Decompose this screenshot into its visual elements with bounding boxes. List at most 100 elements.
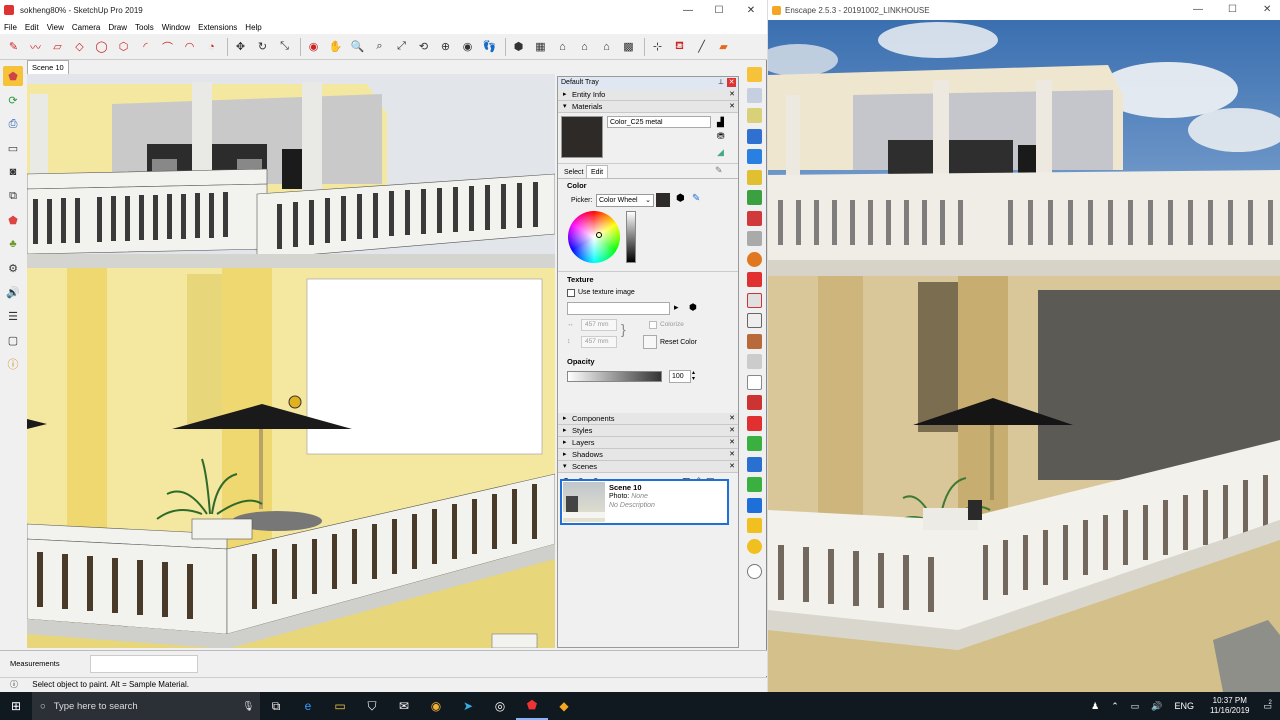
close-icon[interactable]: ✕ <box>729 413 735 425</box>
language-indicator[interactable]: ENG <box>1175 701 1195 711</box>
asset-library-icon[interactable]: ⬟ <box>3 210 23 230</box>
close-button[interactable]: ✕ <box>1263 4 1271 15</box>
materials-section[interactable]: Materials ✕ <box>558 101 738 113</box>
measurements-input[interactable] <box>90 655 198 673</box>
triangle-icon[interactable] <box>746 497 762 513</box>
tab-edit[interactable]: Edit <box>586 165 609 178</box>
visual-settings-icon[interactable]: ⚙ <box>3 258 23 278</box>
menu-camera[interactable]: Camera <box>72 23 100 32</box>
zoom-extents-icon[interactable]: ⤢ <box>392 37 411 56</box>
plane-icon[interactable] <box>746 149 762 164</box>
three-point-arc-icon[interactable]: ◠ <box>180 37 199 56</box>
menu-file[interactable]: File <box>4 23 17 32</box>
water-drop-icon[interactable] <box>746 477 762 492</box>
menu-draw[interactable]: Draw <box>108 23 127 32</box>
colorize-checkbox[interactable] <box>649 321 657 329</box>
model-viewport[interactable] <box>27 74 555 648</box>
orbit-icon[interactable]: ◉ <box>304 37 323 56</box>
opacity-input[interactable]: 100 <box>669 370 691 383</box>
windows-start-icon[interactable]: ⊞ <box>0 692 32 720</box>
box-icon[interactable] <box>746 67 762 82</box>
front-view-icon[interactable]: ⌂ <box>553 37 572 56</box>
push-pull-icon[interactable] <box>746 333 762 349</box>
pan-icon[interactable]: ✋ <box>326 37 345 56</box>
eyedropper-icon[interactable]: ✎ <box>715 165 723 176</box>
chrome-icon[interactable]: ◉ <box>420 692 452 720</box>
audio-icon[interactable]: 🔊 <box>3 282 23 302</box>
eraser-icon[interactable]: ▰ <box>714 37 733 56</box>
entity-info-section[interactable]: Entity Info ✕ <box>558 89 738 101</box>
match-screen-color-icon[interactable]: ✎ <box>692 193 700 204</box>
match-model-color-icon[interactable]: ⬢ <box>676 193 685 204</box>
feedback-icon[interactable]: ▢ <box>3 330 23 350</box>
right-view-icon[interactable]: ⌂ <box>575 37 594 56</box>
live-update-icon[interactable]: ⟳ <box>3 90 23 110</box>
microphone-icon[interactable]: 🎙 <box>242 701 254 712</box>
layer-icon[interactable] <box>746 128 762 144</box>
file-explorer-icon[interactable]: ▭ <box>324 692 356 720</box>
zoom-window-icon[interactable]: ⌕ <box>370 37 389 56</box>
scenes-section[interactable]: Scenes ✕ <box>558 461 738 473</box>
pencil-icon[interactable]: ✎ <box>4 37 23 56</box>
enscape-start-icon[interactable]: ⬟ <box>3 66 23 86</box>
material-name-input[interactable] <box>607 116 711 128</box>
back-view-icon[interactable]: ⌂ <box>597 37 616 56</box>
close-icon[interactable]: ✕ <box>729 461 735 473</box>
chevron-up-icon[interactable]: ⌃ <box>1111 701 1119 712</box>
arc-icon[interactable]: ◜ <box>136 37 155 56</box>
freehand-icon[interactable]: 〰 <box>26 37 45 56</box>
close-icon[interactable]: ✕ <box>729 437 735 449</box>
opacity-slider[interactable] <box>567 371 662 382</box>
rotated-rectangle-icon[interactable]: ◇ <box>70 37 89 56</box>
polygon-icon[interactable]: ⬡ <box>114 37 133 56</box>
previous-view-icon[interactable]: ⟲ <box>414 37 433 56</box>
components-section[interactable]: Components ✕ <box>558 413 738 425</box>
red-layer-icon[interactable] <box>746 210 762 226</box>
texture-height-input[interactable]: 457 mm <box>581 336 617 348</box>
texture-edit-icon[interactable]: ⬢ <box>689 302 697 313</box>
material-swatch[interactable] <box>561 116 603 158</box>
iso-view-icon[interactable]: ⬢ <box>509 37 528 56</box>
maximize-button[interactable]: ☐ <box>703 0 735 20</box>
rotate-icon[interactable]: ↻ <box>253 37 272 56</box>
create-material-icon[interactable]: ▟ <box>717 117 724 128</box>
offset-icon[interactable] <box>746 272 762 287</box>
browse-folder-icon[interactable]: ▸ <box>674 302 679 313</box>
texture-path-input[interactable] <box>567 302 670 315</box>
sandbox-icon[interactable] <box>746 169 762 185</box>
spiral-icon[interactable] <box>746 563 762 579</box>
menu-help[interactable]: Help <box>245 23 261 32</box>
picker-select[interactable]: Color Wheel ⌄ <box>596 194 654 207</box>
look-around-icon[interactable]: ◉ <box>458 37 477 56</box>
add-red-icon[interactable] <box>746 415 762 431</box>
material-editor-icon[interactable]: ♣ <box>3 234 23 254</box>
close-icon[interactable]: ✕ <box>729 425 735 437</box>
mail-icon[interactable]: ✉ <box>388 692 420 720</box>
outer-shell-icon[interactable] <box>746 292 762 308</box>
walk-icon[interactable]: 👣 <box>480 37 499 56</box>
default-material-icon[interactable]: ◢ <box>717 147 724 158</box>
menu-extensions[interactable]: Extensions <box>198 23 237 32</box>
rectangle-icon[interactable]: ▱ <box>48 37 67 56</box>
stack-icon[interactable] <box>746 231 762 246</box>
pin-icon[interactable]: ⊥ <box>718 77 724 89</box>
tape-measure-icon[interactable]: ╱ <box>692 37 711 56</box>
menu-view[interactable]: View <box>47 23 64 32</box>
sample-paint-icon[interactable]: ⛃ <box>717 131 725 142</box>
capture-icon[interactable]: ▭ <box>3 138 23 158</box>
dimension-icon[interactable] <box>746 395 762 410</box>
shadows-section[interactable]: Shadows ✕ <box>558 449 738 461</box>
protractor-icon[interactable] <box>746 374 762 390</box>
enscape-render-view[interactable] <box>768 20 1280 692</box>
cube-icon[interactable] <box>746 87 762 103</box>
obs-icon[interactable]: ◎ <box>484 692 516 720</box>
menu-edit[interactable]: Edit <box>25 23 39 32</box>
use-texture-checkbox[interactable] <box>567 289 575 297</box>
spinner-arrows-icon[interactable]: ▴ ▾ <box>692 370 695 382</box>
notification-icon[interactable]: ▭ 2 <box>1263 700 1272 712</box>
green-layer-icon[interactable] <box>746 190 762 205</box>
menu-window[interactable]: Window <box>162 23 190 32</box>
minimize-button[interactable]: — <box>1193 4 1203 15</box>
rotate-object-icon[interactable] <box>746 538 762 554</box>
texture-width-input[interactable]: 457 mm <box>581 319 617 331</box>
